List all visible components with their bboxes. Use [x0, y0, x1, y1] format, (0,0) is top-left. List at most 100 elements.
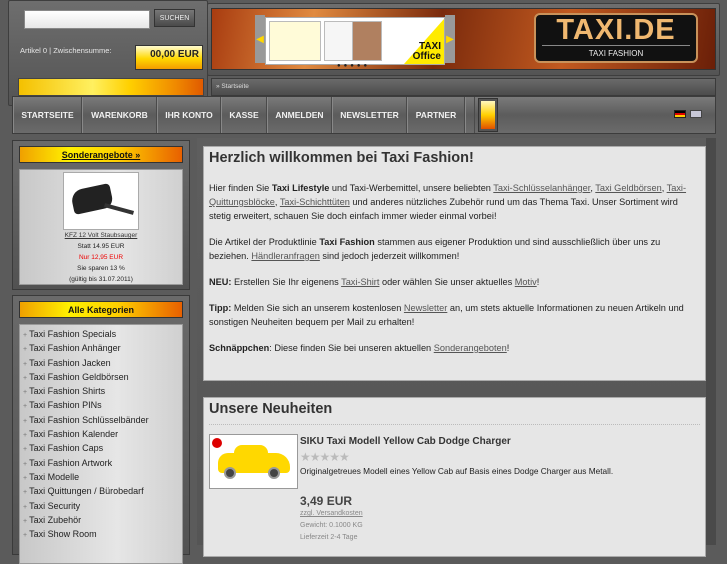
bullet-icon: +: [23, 346, 28, 354]
link-schluesselanhaenger[interactable]: Taxi-Schlüsselanhänger: [493, 183, 590, 193]
special-product-link[interactable]: KFZ 12 Volt Staubsauger: [20, 230, 182, 241]
shipping-link[interactable]: zzgl. Versandkosten: [300, 508, 700, 520]
category-label: Taxi Fashion Caps: [29, 443, 104, 454]
welcome-paragraph: Schnäppchen: Diese finden Sie bei unsere…: [209, 343, 510, 353]
link-motiv[interactable]: Motiv: [515, 277, 537, 287]
category-label: Taxi Fashion Artwork: [29, 457, 113, 468]
product-price: 3,49 EUR: [300, 494, 353, 508]
breadcrumb[interactable]: » Startseite: [211, 78, 716, 96]
category-item[interactable]: + Taxi Fashion Anhänger: [20, 341, 182, 355]
decorative-bar: [18, 78, 204, 96]
category-label: Taxi Zubehör: [29, 514, 82, 525]
category-label: Taxi Fashion Schlüsselbänder: [29, 414, 149, 425]
nav-newsletter[interactable]: NEWSLETTER: [332, 97, 407, 133]
bullet-icon: +: [23, 489, 28, 497]
slider-prev-icon[interactable]: ◀: [255, 15, 265, 63]
nav-kasse[interactable]: KASSE: [221, 97, 267, 133]
nav-warenkorb[interactable]: WARENKORB: [82, 97, 157, 133]
categories-header: Alle Kategorien: [19, 301, 183, 318]
link-taxi-shirt[interactable]: Taxi-Shirt: [341, 277, 379, 287]
bullet-icon: +: [23, 474, 28, 482]
category-item[interactable]: + Taxi Modelle: [20, 470, 182, 484]
main-content: Herzlich willkommen bei Taxi Fashion! Hi…: [197, 138, 716, 557]
category-item[interactable]: + Taxi Fashion Specials: [20, 327, 182, 341]
bullet-icon: +: [23, 432, 28, 440]
old-price: Statt 14.95 EUR: [77, 243, 125, 250]
category-item[interactable]: + Taxi Quittungen / Bürobedarf: [20, 484, 182, 498]
category-item[interactable]: + Taxi Fashion Schlüsselbänder: [20, 413, 182, 427]
category-list: + Taxi Fashion Specials + Taxi Fashion Anhä…: [19, 324, 183, 564]
savings: Sie sparen 13 %: [77, 265, 125, 272]
category-label: Taxi Show Room: [29, 529, 97, 540]
product-image[interactable]: [63, 172, 139, 230]
flag-en-icon[interactable]: [690, 110, 702, 118]
category-item[interactable]: + Taxi Security: [20, 499, 182, 513]
product-weight: Gewicht: 0.1000 KG: [300, 522, 363, 529]
nav-indicator: [478, 98, 498, 132]
link-geldboersen[interactable]: Taxi Geldbörsen: [595, 183, 661, 193]
bullet-icon: +: [23, 332, 28, 339]
nav-startseite[interactable]: STARTSEITE: [13, 97, 82, 133]
category-item[interactable]: + Taxi Show Room: [20, 527, 182, 541]
category-label: Taxi Fashion PINs: [29, 400, 102, 411]
link-haendleranfragen[interactable]: Händleranfragen: [251, 251, 319, 261]
welcome-paragraph: Hier finden Sie Taxi Lifestyle und Taxi-…: [209, 183, 687, 221]
link-newsletter[interactable]: Newsletter: [404, 303, 447, 313]
link-sonderangebote[interactable]: Sonderangeboten: [434, 343, 507, 353]
document-image: [269, 21, 321, 61]
bullet-icon: +: [23, 374, 28, 382]
site-logo[interactable]: TAXI.DE TAXI FASHION: [534, 13, 698, 63]
rating-stars: ★★★★★: [300, 450, 350, 464]
news-title: Unsere Neuheiten: [209, 401, 333, 417]
category-item[interactable]: + Taxi Fashion PINs: [20, 398, 182, 412]
nav-spacer: [465, 97, 475, 133]
nav-ihr-konto[interactable]: IHR KONTO: [157, 97, 221, 133]
specials-header[interactable]: Sonderangebote »: [19, 146, 183, 163]
categories-box: Alle Kategorien + Taxi Fashion Specials + T…: [12, 295, 190, 564]
logo-text: TAXI.DE: [556, 14, 676, 46]
category-item[interactable]: + Taxi Fashion Geldbörsen: [20, 370, 182, 384]
delivery-time: Lieferzeit 2-4 Tage: [300, 534, 358, 541]
nav-partner[interactable]: PARTNER: [407, 97, 465, 133]
bullet-icon: +: [23, 360, 28, 368]
category-item[interactable]: + Taxi Fashion Shirts: [20, 384, 182, 398]
page-edge: [706, 138, 716, 545]
news-box: Unsere Neuheiten SIKU Taxi Modell Yellow…: [203, 397, 706, 557]
bullet-icon: +: [23, 532, 28, 540]
category-label: Taxi Security: [29, 500, 81, 511]
cart-total[interactable]: 00,00 EUR: [135, 45, 203, 70]
category-item[interactable]: + Taxi Zubehör: [20, 513, 182, 527]
link-schichttueten[interactable]: Taxi-Schichttüten: [280, 197, 350, 207]
flag-de-icon[interactable]: [674, 110, 686, 118]
category-label: Taxi Quittungen / Bürobedarf: [29, 486, 144, 497]
search-input[interactable]: [24, 10, 150, 29]
banner-slide[interactable]: TAXI Office: [265, 17, 445, 65]
welcome-title: Herzlich willkommen bei Taxi Fashion!: [209, 150, 474, 166]
product-title[interactable]: SIKU Taxi Modell Yellow Cab Dodge Charge…: [300, 436, 700, 447]
category-label: Taxi Fashion Anhänger: [29, 343, 121, 354]
nav-anmelden[interactable]: ANMELDEN: [267, 97, 332, 133]
bullet-icon: +: [23, 446, 28, 454]
slider-next-icon[interactable]: ▶: [445, 15, 455, 63]
search-button[interactable]: SUCHEN: [154, 9, 195, 27]
category-label: Taxi Fashion Geldbörsen: [29, 371, 129, 382]
bullet-icon: +: [23, 503, 28, 511]
category-item[interactable]: + Taxi Fashion Kalender: [20, 427, 182, 441]
valid-until: (gültig bis 31.07.2011): [69, 276, 133, 283]
category-item[interactable]: + Taxi Fashion Caps: [20, 441, 182, 455]
category-item[interactable]: + Taxi Fashion Jacken: [20, 356, 182, 370]
welcome-paragraph: Tipp: Melden Sie sich an unserem kostenl…: [209, 303, 684, 327]
banner: ◀ TAXI Office ▶ ●●●●● TAXI.DE TAXI FASHIO…: [211, 8, 716, 70]
bullet-icon: +: [23, 389, 28, 397]
category-label: Taxi Fashion Shirts: [29, 386, 106, 397]
bullet-icon: +: [23, 517, 28, 525]
slider-dots[interactable]: ●●●●●: [337, 63, 370, 69]
bullet-icon: +: [23, 403, 28, 411]
category-item[interactable]: + Taxi Fashion Artwork: [20, 456, 182, 470]
product-image[interactable]: [209, 434, 298, 489]
welcome-box: Herzlich willkommen bei Taxi Fashion! Hi…: [203, 146, 706, 381]
main-nav: STARTSEITE WARENKORB IHR KONTO KASSE ANM…: [12, 96, 716, 134]
cart-summary-label: Artikel 0 | Zwischensumme:: [20, 46, 112, 55]
slide-text: Office: [412, 51, 441, 62]
document-image: [352, 21, 382, 61]
